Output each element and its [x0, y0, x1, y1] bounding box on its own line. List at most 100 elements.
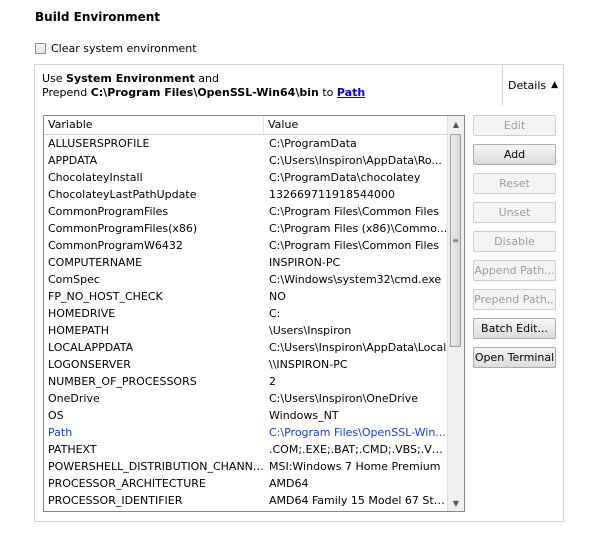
variable-value: C:\Program Files (x86)\Commo...: [269, 222, 448, 235]
variable-value: C:\Program Files\Common Files: [269, 205, 440, 218]
variable-name: LOCALAPPDATA: [48, 341, 134, 354]
table-row[interactable]: CommonProgramFiles(x86) C:\Program Files …: [44, 220, 464, 237]
variable-name: APPDATA: [48, 154, 98, 167]
table-row[interactable]: ChocolateyInstall C:\ProgramData\chocolat…: [44, 169, 464, 186]
table-row[interactable]: ChocolateyLastPathUpdate 1326697119185440…: [44, 186, 464, 203]
variable-value: \Users\Inspiron: [269, 324, 352, 337]
variable-name: LOGONSERVER: [48, 358, 131, 371]
variable-value: NO: [269, 290, 286, 303]
summary-environment: System Environment: [66, 72, 195, 85]
variable-value: \\INSPIRON-PC: [269, 358, 348, 371]
table-row[interactable]: ALLUSERSPROFILE C:\ProgramData: [44, 135, 464, 152]
details-label: Details: [507, 78, 547, 92]
table-row[interactable]: HOMEPATH \Users\Inspiron: [44, 322, 464, 339]
table-row[interactable]: LOCALAPPDATA C:\Users\Inspiron\AppData\Lo…: [44, 339, 464, 356]
triangle-up-icon: ▲: [551, 80, 559, 90]
variable-value: MSI:Windows 7 Home Premium: [269, 460, 441, 473]
variable-name: ComSpec: [48, 273, 100, 286]
scroll-thumb[interactable]: ≡: [450, 134, 461, 347]
table-row[interactable]: COMPUTERNAME INSPIRON-PC: [44, 254, 464, 271]
reset-button[interactable]: Reset: [473, 173, 556, 194]
variable-name: Path: [48, 426, 73, 439]
table-row[interactable]: POWERSHELL_DISTRIBUTION_CHANNEL MSI:Windo…: [44, 458, 464, 475]
variable-name: HOMEDRIVE: [48, 307, 116, 320]
clear-environment-label[interactable]: Clear system environment: [51, 42, 197, 55]
variable-value: C:: [269, 307, 281, 320]
table-row[interactable]: ComSpec C:\Windows\system32\cmd.exe: [44, 271, 464, 288]
table-row[interactable]: FP_NO_HOST_CHECK NO: [44, 288, 464, 305]
summary-prepend-path: C:\Program Files\OpenSSL-Win64\bin: [90, 86, 319, 99]
prepend-path-button[interactable]: Prepend Path...: [473, 289, 556, 310]
table-header: Variable Value: [44, 116, 464, 135]
table-row[interactable]: NUMBER_OF_PROCESSORS 2: [44, 373, 464, 390]
table-row[interactable]: LOGONSERVER \\INSPIRON-PC: [44, 356, 464, 373]
variable-value: C:\Users\Inspiron\AppData\Ro...: [269, 154, 442, 167]
edit-button[interactable]: Edit: [473, 115, 556, 136]
summary-and: and: [194, 72, 220, 85]
variable-value: C:\Program Files\OpenSSL-Win...: [269, 426, 446, 439]
variable-value: C:\Users\Inspiron\AppData\Local: [269, 341, 447, 354]
table-row[interactable]: PROCESSOR_IDENTIFIER AMD64 Family 15 Mode…: [44, 492, 464, 509]
variable-value: 2: [269, 375, 276, 388]
table-row[interactable]: PROCESSOR_ARCHITECTURE AMD64: [44, 475, 464, 492]
variable-name: POWERSHELL_DISTRIBUTION_CHANNEL: [48, 460, 265, 473]
variable-value: .COM;.EXE;.BAT;.CMD;.VBS;.VB...: [269, 443, 448, 456]
variable-name: OneDrive: [48, 392, 100, 405]
table-row[interactable]: CommonProgramW6432 C:\Program Files\Commo…: [44, 237, 464, 254]
grip-icon: ≡: [452, 236, 459, 245]
arrow-down-icon[interactable]: ▼: [448, 495, 464, 511]
clear-environment-checkbox[interactable]: [35, 43, 46, 54]
table-row[interactable]: CommonProgramFiles C:\Program Files\Commo…: [44, 203, 464, 220]
variable-name: FP_NO_HOST_CHECK: [48, 290, 163, 303]
variable-name: PATHEXT: [48, 443, 97, 456]
append-path-button[interactable]: Append Path...: [473, 260, 556, 281]
variable-name: CommonProgramW6432: [48, 239, 183, 252]
variable-value: Windows_NT: [269, 409, 339, 422]
variable-value: C:\Program Files\Common Files: [269, 239, 440, 252]
environment-table[interactable]: Variable Value ALLUSERSPROFILE C:\Program…: [43, 115, 465, 512]
vertical-scrollbar[interactable]: ▲ ≡ ▼: [447, 116, 464, 511]
variable-value: INSPIRON-PC: [269, 256, 341, 269]
column-header-value[interactable]: Value: [264, 116, 449, 134]
batch-edit-button[interactable]: Batch Edit...: [473, 318, 556, 339]
table-row[interactable]: OS Windows_NT: [44, 407, 464, 424]
table-row[interactable]: OneDrive C:\Users\Inspiron\OneDrive: [44, 390, 464, 407]
variable-value: 132669711918544000: [269, 188, 395, 201]
variable-value: C:\ProgramData\chocolatey: [269, 171, 421, 184]
table-row[interactable]: PATHEXT .COM;.EXE;.BAT;.CMD;.VBS;.VB...: [44, 441, 464, 458]
summary-to: to: [318, 86, 337, 99]
environment-panel: Use System Environment and Prepend C:\Pr…: [34, 64, 564, 522]
variable-name: HOMEPATH: [48, 324, 109, 337]
variable-name: CommonProgramFiles(x86): [48, 222, 198, 235]
path-link[interactable]: Path: [337, 86, 365, 99]
open-terminal-button[interactable]: Open Terminal: [473, 347, 556, 368]
variable-name: PROCESSOR_ARCHITECTURE: [48, 477, 206, 490]
variable-name: OS: [48, 409, 64, 422]
variable-name: ChocolateyInstall: [48, 171, 143, 184]
variable-name: PROCESSOR_IDENTIFIER: [48, 494, 183, 507]
variable-value: AMD64: [269, 477, 309, 490]
variable-value: C:\ProgramData: [269, 137, 357, 150]
disable-button[interactable]: Disable: [473, 231, 556, 252]
table-row[interactable]: HOMEDRIVE C:: [44, 305, 464, 322]
add-button[interactable]: Add: [473, 144, 556, 165]
table-body: ALLUSERSPROFILE C:\ProgramData APPDATA C:\U…: [44, 135, 464, 509]
table-row[interactable]: Path C:\Program Files\OpenSSL-Win...: [44, 424, 464, 441]
summary-prepend: Prepend: [42, 86, 91, 99]
clear-environment-row[interactable]: Clear system environment: [35, 42, 197, 55]
summary-prefix: Use: [42, 72, 67, 85]
variable-name: ALLUSERSPROFILE: [48, 137, 150, 150]
variable-name: CommonProgramFiles: [48, 205, 169, 218]
arrow-up-icon[interactable]: ▲: [448, 116, 464, 132]
variable-value: AMD64 Family 15 Model 67 Ste...: [269, 494, 448, 507]
variable-name: ChocolateyLastPathUpdate: [48, 188, 197, 201]
section-title: Build Environment: [35, 10, 160, 24]
variable-value: C:\Windows\system32\cmd.exe: [269, 273, 442, 286]
column-header-variable[interactable]: Variable: [44, 116, 264, 134]
unset-button[interactable]: Unset: [473, 202, 556, 223]
table-row[interactable]: APPDATA C:\Users\Inspiron\AppData\Ro...: [44, 152, 464, 169]
details-toggle[interactable]: Details ▲: [502, 64, 564, 105]
action-buttons: Edit Add Reset Unset Disable Append Path... Pr…: [473, 115, 556, 376]
variable-name: NUMBER_OF_PROCESSORS: [48, 375, 197, 388]
environment-summary: Use System Environment and Prepend C:\Pr…: [42, 72, 365, 100]
